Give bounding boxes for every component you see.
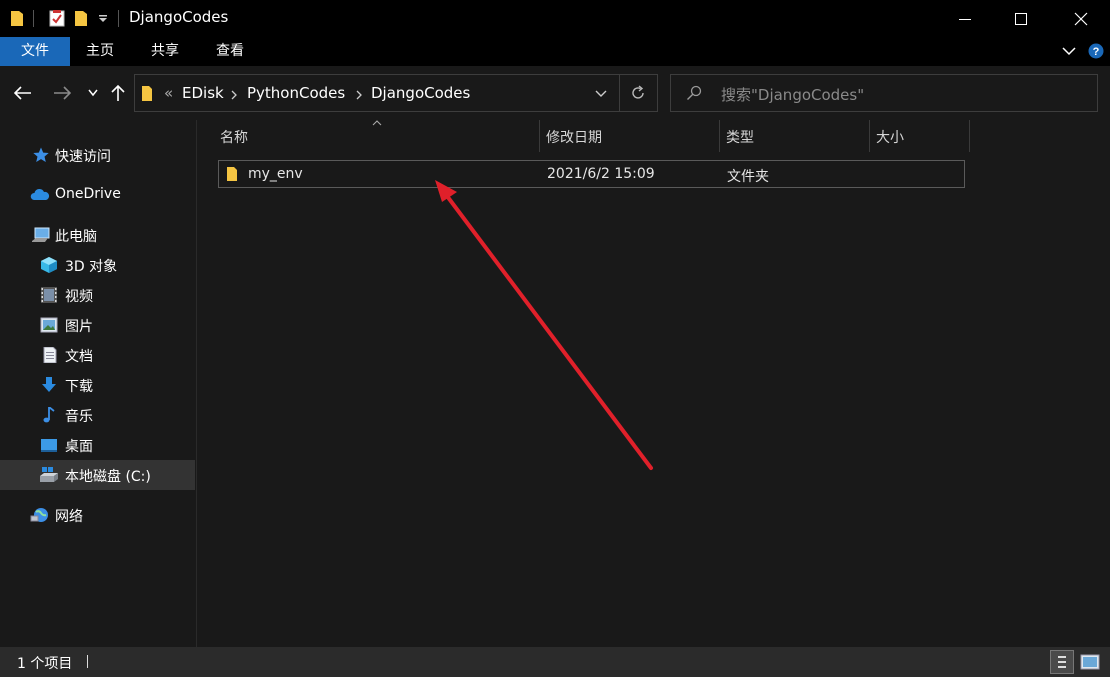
sidebar-item-label: 此电脑 <box>55 229 97 245</box>
chevron-right-icon[interactable] <box>231 90 237 100</box>
chevron-right-icon[interactable] <box>356 90 362 100</box>
star-icon <box>33 147 49 162</box>
minimize-button[interactable] <box>940 0 990 37</box>
search-placeholder: 搜索"DjangoCodes" <box>721 86 865 104</box>
document-icon <box>43 347 57 363</box>
large-icons-view-button[interactable] <box>1078 650 1102 674</box>
tab-file[interactable]: 文件 <box>0 37 70 66</box>
back-button[interactable] <box>12 82 34 104</box>
sidebar-item-downloads[interactable]: 下载 <box>0 370 195 400</box>
cube-icon <box>41 257 57 273</box>
large-icons-view-icon <box>1080 654 1100 670</box>
sidebar-item-videos[interactable]: 视频 <box>0 280 195 310</box>
sidebar-item-label: 桌面 <box>65 439 93 455</box>
arrow-left-icon <box>14 86 31 100</box>
search-box[interactable]: 搜索"DjangoCodes" <box>670 74 1098 112</box>
folder-icon <box>11 11 23 26</box>
sidebar-item-label: 3D 对象 <box>65 259 118 275</box>
computer-icon <box>32 227 50 242</box>
divider <box>33 10 34 27</box>
tab-home[interactable]: 主页 <box>86 37 114 66</box>
minimize-icon <box>959 18 971 20</box>
refresh-icon[interactable] <box>630 85 646 101</box>
up-button[interactable] <box>107 82 129 104</box>
file-list: 名称 修改日期 类型 大小 my_env 2021/6/2 15:09 文件夹 <box>198 120 1110 647</box>
cloud-icon <box>30 188 50 200</box>
tab-share[interactable]: 共享 <box>151 37 179 66</box>
tab-view[interactable]: 查看 <box>216 37 244 66</box>
forward-button[interactable] <box>51 82 73 104</box>
sidebar-item-3d-objects[interactable]: 3D 对象 <box>0 250 195 280</box>
sidebar-item-label: 音乐 <box>65 409 93 425</box>
breadcrumb-overflow[interactable]: « <box>164 84 173 102</box>
sidebar-item-onedrive[interactable]: OneDrive <box>0 180 195 210</box>
properties-icon[interactable] <box>48 9 66 27</box>
sidebar-item-label: 视频 <box>65 289 93 305</box>
sidebar-item-this-pc[interactable]: 此电脑 <box>0 220 195 250</box>
ribbon-tabs: 文件 主页 共享 查看 ? <box>0 37 1110 66</box>
network-icon <box>30 508 48 522</box>
annotation-arrow <box>435 180 653 470</box>
breadcrumb-pythoncodes[interactable]: PythonCodes <box>247 84 345 102</box>
window-title: DjangoCodes <box>129 8 229 26</box>
sidebar-item-label: 快速访问 <box>55 149 111 165</box>
sidebar-item-pictures[interactable]: 图片 <box>0 310 195 340</box>
search-icon <box>687 85 702 100</box>
svg-text:?: ? <box>1093 46 1100 58</box>
status-bar: 1 个项目 <box>0 647 1110 677</box>
picture-icon <box>40 317 58 333</box>
sidebar-item-label: 本地磁盘 (C:) <box>65 469 151 485</box>
maximize-icon <box>1015 12 1027 25</box>
chevron-down-icon[interactable] <box>595 90 607 98</box>
download-icon <box>42 377 56 392</box>
help-icon[interactable]: ? <box>1088 43 1104 59</box>
recent-locations-button[interactable] <box>82 82 104 104</box>
arrow-right-icon <box>54 86 71 100</box>
divider <box>118 10 119 27</box>
chevron-down-icon <box>88 89 98 97</box>
sidebar-item-label: 网络 <box>55 509 83 525</box>
title-bar: DjangoCodes <box>0 0 1110 37</box>
music-icon <box>43 407 55 423</box>
sidebar-item-label: 下载 <box>65 379 93 395</box>
drive-icon <box>40 467 58 482</box>
details-view-button[interactable] <box>1050 650 1074 674</box>
breadcrumb-edisk[interactable]: EDisk <box>182 84 224 102</box>
folder-icon <box>142 86 152 101</box>
sidebar-item-network[interactable]: 网络 <box>0 500 195 530</box>
sidebar-item-quick-access[interactable]: 快速访问 <box>0 140 195 170</box>
new-folder-icon[interactable] <box>74 9 88 27</box>
sidebar-item-desktop[interactable]: 桌面 <box>0 430 195 460</box>
close-icon <box>1074 12 1088 25</box>
sidebar-item-music[interactable]: 音乐 <box>0 400 195 430</box>
breadcrumb-djangocodes[interactable]: DjangoCodes <box>371 84 470 102</box>
desktop-icon <box>41 439 57 452</box>
video-icon <box>41 287 57 303</box>
maximize-button[interactable] <box>996 0 1046 37</box>
sidebar-item-local-disk-c[interactable]: 本地磁盘 (C:) <box>0 460 195 490</box>
close-button[interactable] <box>1056 0 1106 37</box>
sidebar-item-label: 文档 <box>65 349 93 365</box>
address-bar[interactable]: « EDisk PythonCodes DjangoCodes <box>134 74 658 112</box>
arrow-up-icon <box>111 84 125 101</box>
item-count: 1 个项目 <box>17 656 73 672</box>
sidebar-item-label: OneDrive <box>55 186 121 202</box>
navigation-pane: 快速访问 OneDrive 此电脑 3D 对象 视频 图片 文档 下载 音乐 桌… <box>0 120 197 647</box>
chevron-down-icon[interactable] <box>1062 46 1076 56</box>
details-view-icon <box>1058 656 1066 668</box>
navigation-bar: « EDisk PythonCodes DjangoCodes 搜索"Djang… <box>0 66 1110 120</box>
divider <box>619 75 620 111</box>
divider <box>87 655 88 668</box>
sidebar-item-label: 图片 <box>65 319 93 335</box>
customize-quick-access-icon[interactable] <box>98 14 108 24</box>
sidebar-item-documents[interactable]: 文档 <box>0 340 195 370</box>
